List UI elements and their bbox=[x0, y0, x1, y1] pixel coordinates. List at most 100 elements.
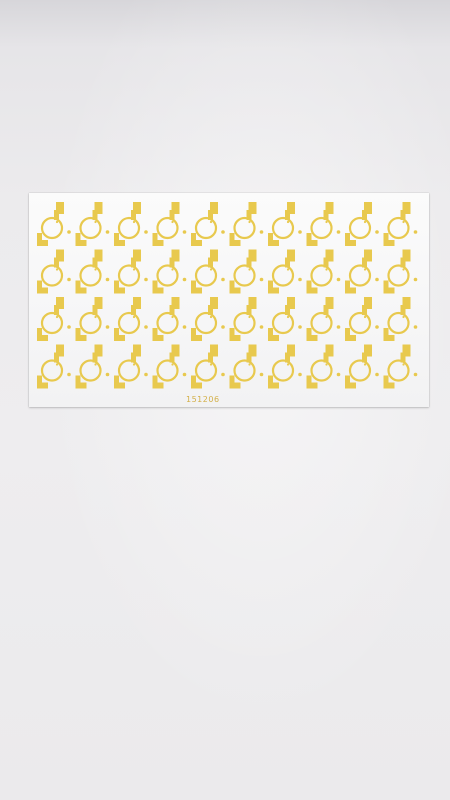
gold-ring bbox=[156, 311, 179, 335]
gold-ring bbox=[348, 359, 372, 382]
gold-pad bbox=[54, 249, 64, 268]
gold-ring bbox=[387, 264, 410, 287]
gold-alignment-dot bbox=[67, 230, 71, 234]
gold-alignment-dot bbox=[298, 230, 302, 234]
gold-cell bbox=[306, 344, 341, 389]
gold-contact-dot bbox=[248, 315, 251, 319]
gold-pad bbox=[246, 249, 257, 268]
gold-alignment-dot bbox=[67, 372, 71, 377]
gold-alignment-dot bbox=[221, 325, 225, 329]
gold-contact-dot bbox=[55, 315, 59, 319]
gold-alignment-dot bbox=[298, 277, 302, 282]
gold-pad bbox=[400, 249, 411, 268]
gold-cell bbox=[37, 344, 71, 389]
gold-pad bbox=[323, 344, 334, 363]
gold-pad bbox=[362, 202, 372, 220]
gold-contact-dot bbox=[286, 363, 290, 366]
gold-ring bbox=[310, 216, 333, 240]
gold-pad bbox=[92, 249, 103, 268]
gold-cell bbox=[383, 297, 418, 341]
gold-pad bbox=[54, 297, 64, 315]
gold-contact-dot bbox=[94, 268, 97, 271]
gold-contact-dot bbox=[55, 268, 59, 271]
gold-contact-dot bbox=[402, 220, 405, 224]
gold-ring bbox=[387, 359, 410, 382]
gold-alignment-dot bbox=[298, 372, 302, 377]
gold-contact-dot bbox=[209, 268, 213, 271]
gold-ring bbox=[79, 359, 102, 382]
gold-cell bbox=[152, 249, 187, 294]
gold-pad bbox=[131, 344, 141, 363]
gold-alignment-dot bbox=[259, 372, 264, 377]
gold-pad bbox=[169, 344, 180, 363]
gold-cell bbox=[345, 344, 379, 389]
gold-contact-dot bbox=[132, 315, 136, 319]
gold-pad bbox=[285, 202, 295, 220]
gold-ring bbox=[156, 359, 179, 382]
gold-ring bbox=[79, 264, 102, 287]
gold-pad bbox=[362, 344, 372, 363]
gold-pad bbox=[131, 202, 141, 220]
gold-contact-dot bbox=[286, 220, 290, 224]
gold-pad bbox=[246, 297, 257, 315]
gold-alignment-dot bbox=[375, 230, 379, 234]
gold-pad bbox=[92, 202, 103, 220]
gold-cell bbox=[152, 202, 187, 246]
gold-cell bbox=[268, 344, 302, 389]
gold-alignment-dot bbox=[413, 277, 418, 282]
gold-cell bbox=[191, 249, 225, 294]
gold-alignment-dot bbox=[182, 277, 187, 282]
gold-ring bbox=[117, 216, 141, 240]
gold-pad bbox=[54, 202, 64, 220]
gold-cell bbox=[37, 297, 71, 341]
gold-ring bbox=[348, 216, 372, 240]
gold-alignment-dot bbox=[221, 277, 225, 282]
gold-pad bbox=[92, 297, 103, 315]
gold-cell bbox=[345, 249, 379, 294]
gold-cell bbox=[229, 344, 264, 389]
gold-pattern-array bbox=[37, 202, 418, 389]
gold-pad bbox=[323, 249, 334, 268]
gold-ring bbox=[156, 264, 179, 287]
gold-cell bbox=[268, 202, 302, 246]
gold-contact-dot bbox=[209, 315, 213, 319]
gold-contact-dot bbox=[248, 363, 251, 366]
gold-alignment-dot bbox=[259, 230, 264, 234]
gold-ring bbox=[233, 264, 256, 287]
gold-contact-dot bbox=[325, 315, 328, 319]
gold-alignment-dot bbox=[375, 372, 379, 377]
gold-ring bbox=[117, 311, 141, 335]
gold-pad bbox=[362, 297, 372, 315]
gold-cell bbox=[114, 202, 148, 246]
gold-ring bbox=[271, 359, 295, 382]
gold-contact-dot bbox=[248, 220, 251, 224]
gold-cell bbox=[383, 202, 418, 246]
gold-cell bbox=[191, 202, 225, 246]
gold-ring bbox=[233, 359, 256, 382]
gold-cell bbox=[229, 249, 264, 294]
gold-pad bbox=[246, 202, 257, 220]
photo-background: { "photo": { "subject_color": "#e8c94e",… bbox=[0, 0, 450, 800]
gold-cell bbox=[191, 297, 225, 341]
gold-cell bbox=[75, 249, 110, 294]
gold-cell bbox=[383, 344, 418, 389]
gold-contact-dot bbox=[171, 363, 174, 366]
gold-contact-dot bbox=[55, 220, 59, 224]
gold-pad bbox=[323, 297, 334, 315]
gold-contact-dot bbox=[286, 315, 290, 319]
gold-ring bbox=[233, 216, 256, 240]
gold-ring bbox=[40, 216, 64, 240]
gold-contact-dot bbox=[94, 363, 97, 366]
gold-contact-dot bbox=[363, 220, 367, 224]
gold-contact-dot bbox=[132, 220, 136, 224]
gold-alignment-dot bbox=[182, 372, 187, 377]
gold-alignment-dot bbox=[105, 277, 110, 282]
gold-contact-dot bbox=[209, 363, 213, 366]
gold-pad bbox=[208, 297, 218, 315]
gold-cell bbox=[345, 202, 379, 246]
gold-ring bbox=[79, 216, 102, 240]
gold-ring bbox=[194, 311, 218, 335]
gold-pad bbox=[400, 297, 411, 315]
gold-pad bbox=[208, 249, 218, 268]
gold-contact-dot bbox=[132, 363, 136, 366]
